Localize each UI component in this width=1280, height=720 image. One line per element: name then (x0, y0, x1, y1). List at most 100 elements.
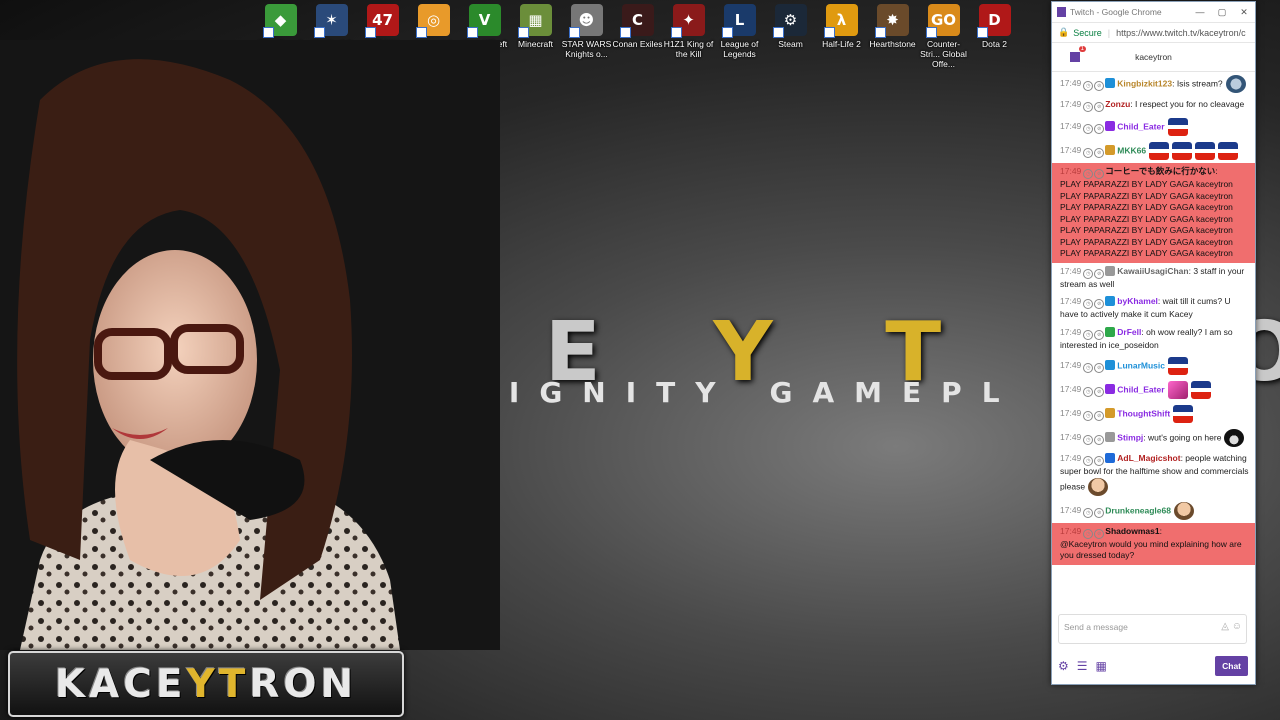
message-timestamp: 17:49 (1060, 296, 1082, 306)
chat-username[interactable]: LunarMusic (1117, 360, 1165, 370)
ban-icon[interactable]: ⊘ (1094, 124, 1105, 135)
viewer-list-icon[interactable]: ☰ (1077, 659, 1088, 673)
timeout-icon[interactable]: ◷ (1083, 124, 1094, 135)
chat-controls: ⚙ ☰ ▦ Chat (1058, 655, 1248, 677)
desktop-icon[interactable]: ☻ STAR WARS Knights o... (561, 4, 612, 69)
desktop-icon[interactable]: ▦ Minecraft (510, 4, 561, 69)
chat-username[interactable]: Child_Eater (1117, 121, 1164, 131)
url-text[interactable]: https://www.twitch.tv/kaceytron/c (1116, 28, 1246, 38)
ban-icon[interactable]: ⊘ (1094, 148, 1105, 159)
window-titlebar[interactable]: Twitch - Google Chrome — ▢ ✕ (1052, 2, 1255, 22)
chat-username[interactable]: AdL_Magicshot (1117, 453, 1180, 463)
chat-username[interactable]: コーヒーでも飲みに行かない (1105, 166, 1215, 176)
chat-message[interactable]: 17:49 ◷ ⊘ Child_Eater (1052, 378, 1255, 402)
timeout-icon[interactable]: ◷ (1083, 268, 1094, 279)
chat-input[interactable]: Send a message ◬ ☺ (1058, 614, 1247, 644)
ban-icon[interactable]: ⊘ (1094, 299, 1105, 309)
timeout-icon[interactable]: ◷ (1083, 363, 1094, 374)
desktop-icon-label: Steam (778, 39, 803, 49)
timeout-icon[interactable]: ◷ (1083, 456, 1094, 466)
chat-send-button[interactable]: Chat (1215, 656, 1248, 676)
chat-username[interactable]: MKK66 (1117, 145, 1146, 155)
timeout-icon[interactable]: ◷ (1083, 507, 1094, 518)
chat-username[interactable]: Stimpj (1117, 432, 1143, 442)
timeout-icon[interactable]: ◷ (1083, 299, 1094, 309)
mod-icons-icon[interactable]: ▦ (1096, 659, 1107, 673)
chat-message[interactable]: 17:49 ◷ ⊘ Drunkeneagle68 (1052, 499, 1255, 523)
desktop-icon[interactable]: C Conan Exiles (612, 4, 663, 69)
chat-username[interactable]: Child_Eater (1117, 384, 1164, 394)
chat-message[interactable]: 17:49 ◷ ⊘ LunarMusic (1052, 354, 1255, 378)
chat-message[interactable]: 17:49 ◷ ⊘ Kingbizkit123: Isis stream? (1052, 72, 1255, 96)
chat-username[interactable]: Zonzu (1105, 99, 1130, 109)
chat-message[interactable]: 17:49 ◷ ⊘ コーヒーでも飲みに行かない: PLAY PAPARAZZI BY … (1052, 163, 1255, 263)
desktop-icon-label: League of Legends (720, 39, 759, 59)
webcam-overlay (0, 40, 500, 650)
minimize-button[interactable]: — (1189, 7, 1211, 17)
chat-username[interactable]: Drunkeneagle68 (1105, 505, 1171, 515)
notification-icon[interactable] (1070, 46, 1086, 62)
ban-icon[interactable]: ⊘ (1094, 507, 1105, 518)
face-emote-icon (1173, 501, 1194, 520)
chat-messages[interactable]: 17:49 ◷ ⊘ Kingbizkit123: Isis stream? 17:49 ◷… (1052, 72, 1255, 607)
maximize-button[interactable]: ▢ (1211, 7, 1233, 18)
desktop-icon[interactable]: λ Half-Life 2 (816, 4, 867, 69)
timeout-icon[interactable]: ◷ (1083, 81, 1094, 92)
desktop-icon[interactable]: ✸ Hearthstone (867, 4, 918, 69)
window-title: Twitch - Google Chrome (1070, 7, 1162, 17)
ban-icon[interactable]: ⊘ (1094, 456, 1105, 466)
timeout-icon[interactable]: ◷ (1083, 387, 1094, 398)
ban-icon[interactable]: ⊘ (1094, 387, 1105, 398)
bg-sub-word: DIGNITY (465, 376, 736, 409)
chat-message[interactable]: 17:49 ◷ ⊘ Child_Eater (1052, 115, 1255, 139)
ban-icon[interactable]: ⊘ (1094, 329, 1105, 340)
ban-icon[interactable]: ⊘ (1094, 169, 1105, 179)
timeout-icon[interactable]: ◷ (1083, 329, 1094, 340)
desktop-icon[interactable]: GO Counter-Stri... Global Offe... (918, 4, 969, 69)
desktop-icon[interactable]: ✦ H1Z1 King of the Kill (663, 4, 714, 69)
chat-username[interactable]: Shadowmas1 (1105, 526, 1159, 536)
bits-icon[interactable]: ◬ (1221, 621, 1229, 632)
chat-message[interactable]: 17:49 ◷ ⊘ Shadowmas1: @Kaceytron would you … (1052, 522, 1255, 565)
timeout-icon[interactable]: ◷ (1083, 148, 1094, 159)
chat-message[interactable]: 17:49 ◷ ⊘ MKK66 (1052, 139, 1255, 163)
desktop-icon[interactable]: ⚙ Steam (765, 4, 816, 69)
chat-message[interactable]: 17:49 ◷ ⊘ KawaiiUsagiChan: 3 staff in your … (1052, 263, 1255, 294)
logo-part-yt: YT (186, 661, 250, 707)
address-bar[interactable]: 🔒 Secure | https://www.twitch.tv/kaceytr… (1052, 22, 1255, 43)
chrome-chat-window[interactable]: Twitch - Google Chrome — ▢ ✕ 🔒 Secure | … (1051, 1, 1256, 685)
timeout-icon[interactable]: ◷ (1083, 102, 1094, 112)
ban-icon[interactable]: ⊘ (1094, 411, 1105, 422)
ban-icon[interactable]: ⊘ (1094, 102, 1105, 112)
chat-message[interactable]: 17:49 ◷ ⊘ Stimpj: wut's going on here (1052, 426, 1255, 450)
ban-icon[interactable]: ⊘ (1094, 528, 1105, 539)
chat-username[interactable]: byKhamel (1117, 296, 1158, 306)
chat-username[interactable]: DrFell (1117, 327, 1141, 337)
chat-message[interactable]: 17:49 ◷ ⊘ AdL_Magicshot: people watching su… (1052, 450, 1255, 499)
emote-picker-icon[interactable]: ☺ (1232, 621, 1242, 632)
timeout-icon[interactable]: ◷ (1083, 169, 1094, 179)
app-icon: C (619, 4, 654, 38)
timeout-icon[interactable]: ◷ (1083, 411, 1094, 422)
message-timestamp: 17:49 (1060, 166, 1082, 176)
ban-icon[interactable]: ⊘ (1094, 81, 1105, 92)
message-timestamp: 17:49 (1060, 384, 1082, 395)
chat-message[interactable]: 17:49 ◷ ⊘ Zonzu: I respect you for no cleav… (1052, 96, 1255, 115)
desktop-icon[interactable]: D Dota 2 (969, 4, 1020, 69)
ban-icon[interactable]: ⊘ (1094, 363, 1105, 374)
ban-icon[interactable]: ⊘ (1094, 268, 1105, 279)
chat-message[interactable]: 17:49 ◷ ⊘ ThoughtShift (1052, 402, 1255, 426)
ban-icon[interactable]: ⊘ (1094, 435, 1105, 446)
close-button[interactable]: ✕ (1233, 7, 1255, 18)
timeout-icon[interactable]: ◷ (1083, 435, 1094, 446)
desktop-icon-label: Hearthstone (869, 39, 916, 49)
address-separator: | (1107, 27, 1111, 38)
chat-username[interactable]: Kingbizkit123 (1117, 78, 1172, 88)
settings-gear-icon[interactable]: ⚙ (1058, 659, 1069, 673)
chat-username[interactable]: KawaiiUsagiChan (1117, 266, 1188, 276)
desktop-icon[interactable]: L League of Legends (714, 4, 765, 69)
chat-username[interactable]: ThoughtShift (1117, 408, 1170, 418)
chat-message[interactable]: 17:49 ◷ ⊘ DrFell: oh wow really? I am so in… (1052, 324, 1255, 355)
timeout-icon[interactable]: ◷ (1083, 528, 1094, 539)
chat-message[interactable]: 17:49 ◷ ⊘ byKhamel: wait till it cums? U ha… (1052, 293, 1255, 324)
